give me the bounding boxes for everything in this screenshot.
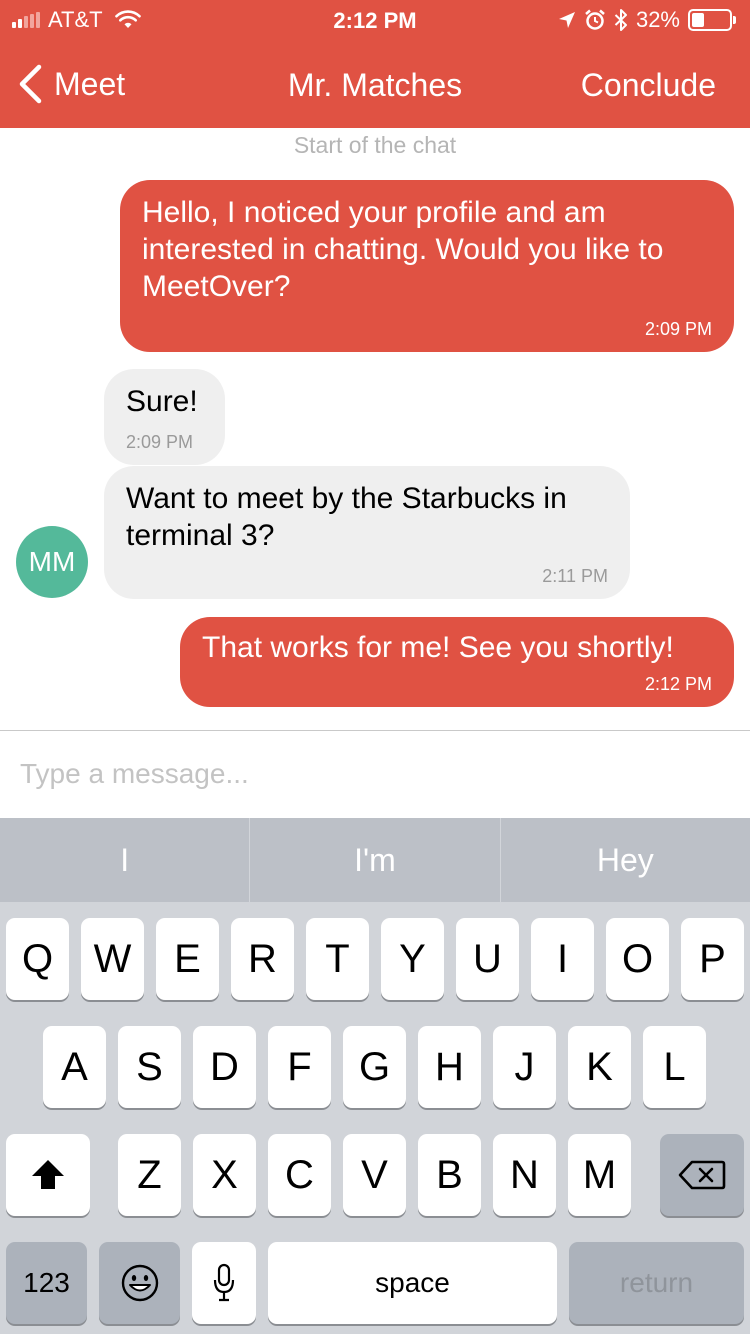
message-time: 2:11 PM xyxy=(542,566,608,586)
message-text: Want to meet by the Starbucks in termina… xyxy=(126,482,567,552)
emoji-key[interactable] xyxy=(99,1242,180,1324)
suggestion-item[interactable]: Hey xyxy=(501,818,750,902)
suggestion-item[interactable]: I'm xyxy=(250,818,501,902)
message-text: That works for me! See you shortly! xyxy=(202,631,674,664)
numbers-key[interactable]: 123 xyxy=(6,1242,87,1324)
message-input[interactable] xyxy=(20,749,720,799)
key-q[interactable]: Q xyxy=(6,918,69,1000)
app-header: AT&T 2:12 PM 32% Meet Mr. Matches Conclu… xyxy=(0,0,750,128)
space-key[interactable]: space xyxy=(268,1242,557,1324)
key-z[interactable]: Z xyxy=(118,1134,181,1216)
key-h[interactable]: H xyxy=(418,1026,481,1108)
backspace-icon xyxy=(678,1160,726,1190)
message-bubble-outgoing: Hello, I noticed your profile and am int… xyxy=(120,180,734,352)
key-l[interactable]: L xyxy=(643,1026,706,1108)
key-g[interactable]: G xyxy=(343,1026,406,1108)
key-k[interactable]: K xyxy=(568,1026,631,1108)
back-button-label: Meet xyxy=(54,65,126,102)
key-e[interactable]: E xyxy=(156,918,219,1000)
return-key[interactable]: return xyxy=(569,1242,744,1324)
emoji-icon xyxy=(121,1264,158,1302)
key-i[interactable]: I xyxy=(531,918,594,1000)
key-f[interactable]: F xyxy=(268,1026,331,1108)
bluetooth-icon xyxy=(614,9,627,31)
key-m[interactable]: M xyxy=(568,1134,631,1216)
message-bubble-outgoing: That works for me! See you shortly! 2:12… xyxy=(180,617,734,707)
key-x[interactable]: X xyxy=(193,1134,256,1216)
message-text: Hello, I noticed your profile and am int… xyxy=(142,196,664,303)
key-v[interactable]: V xyxy=(343,1134,406,1216)
chat-start-label: Start of the chat xyxy=(293,132,457,158)
message-time: 2:09 PM xyxy=(126,432,194,452)
key-a[interactable]: A xyxy=(43,1026,106,1108)
alarm-icon xyxy=(585,9,605,30)
battery-percent: 32% xyxy=(635,7,680,32)
key-j[interactable]: J xyxy=(493,1026,556,1108)
keyboard: I I'm Hey Q W E R T Y U I O P A S D F G … xyxy=(0,818,750,1334)
microphone-icon xyxy=(213,1263,235,1302)
message-composer xyxy=(0,730,750,818)
status-bar: AT&T 2:12 PM 32% xyxy=(0,0,750,40)
key-r[interactable]: R xyxy=(231,918,294,1000)
message-time: 2:12 PM xyxy=(644,674,712,694)
key-o[interactable]: O xyxy=(606,918,669,1000)
battery-icon xyxy=(688,9,736,31)
suggestion-item[interactable]: I xyxy=(0,818,251,902)
message-time: 2:09 PM xyxy=(644,319,712,339)
avatar[interactable]: MM xyxy=(16,526,88,598)
key-n[interactable]: N xyxy=(493,1134,556,1216)
key-u[interactable]: U xyxy=(456,918,519,1000)
key-b[interactable]: B xyxy=(418,1134,481,1216)
key-y[interactable]: Y xyxy=(381,918,444,1000)
predictive-text-bar: I I'm Hey xyxy=(0,818,750,902)
key-c[interactable]: C xyxy=(268,1134,331,1216)
back-button[interactable]: Meet xyxy=(18,64,125,104)
shift-key[interactable] xyxy=(6,1134,90,1216)
location-arrow-icon xyxy=(558,12,575,28)
message-bubble-incoming: Sure! 2:09 PM xyxy=(104,369,225,465)
key-p[interactable]: P xyxy=(681,918,744,1000)
chat-thread[interactable]: Start of the chat Hello, I noticed your … xyxy=(0,128,750,730)
conclude-button[interactable]: Conclude xyxy=(581,67,716,104)
key-w[interactable]: W xyxy=(81,918,144,1000)
navigation-bar: Meet Mr. Matches Conclude xyxy=(0,40,750,128)
message-text: Sure! xyxy=(126,385,198,418)
chevron-left-icon xyxy=(19,64,42,104)
key-d[interactable]: D xyxy=(193,1026,256,1108)
key-t[interactable]: T xyxy=(306,918,369,1000)
dictation-key[interactable] xyxy=(192,1242,256,1324)
shift-arrow-icon xyxy=(32,1160,64,1189)
key-s[interactable]: S xyxy=(118,1026,181,1108)
backspace-key[interactable] xyxy=(660,1134,744,1216)
message-bubble-incoming: Want to meet by the Starbucks in termina… xyxy=(104,466,630,599)
